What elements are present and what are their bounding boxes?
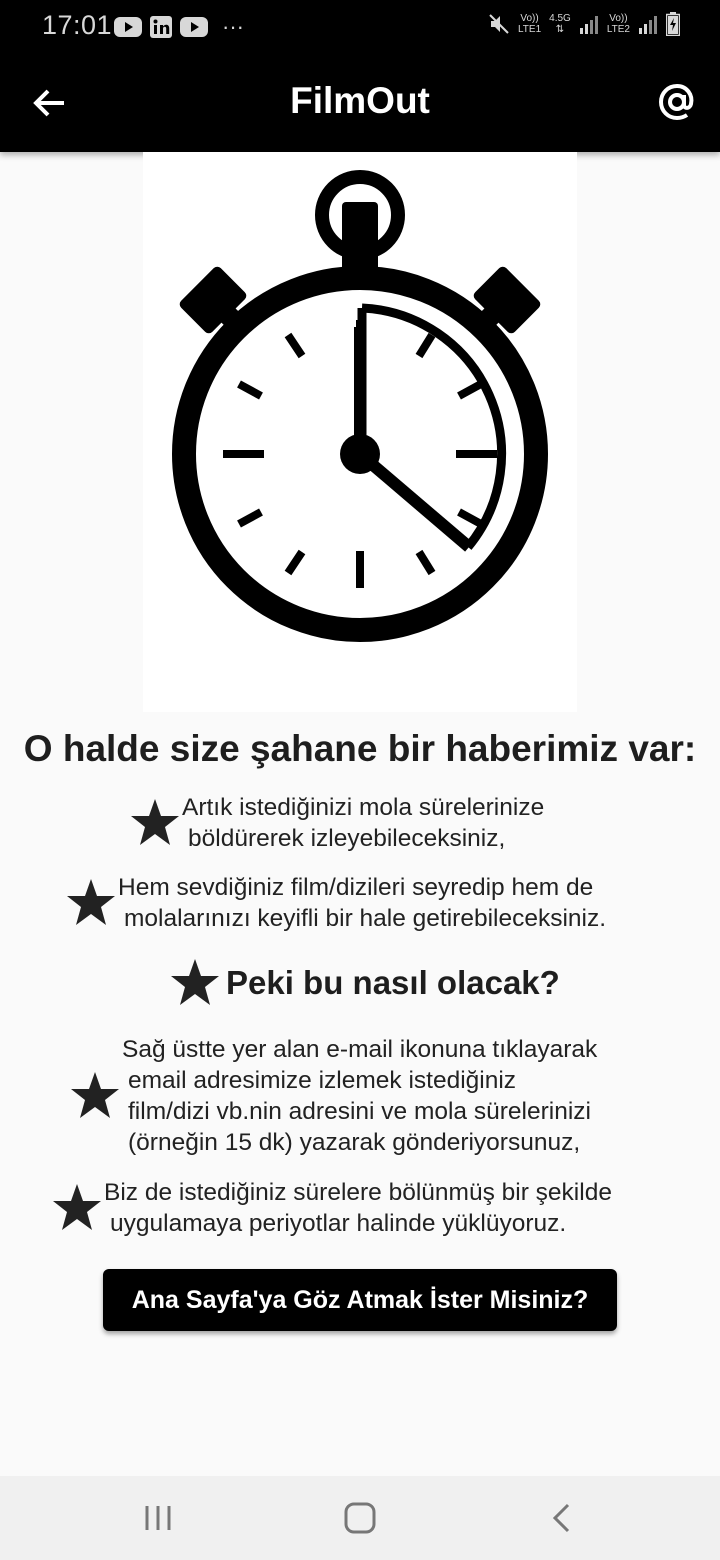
sim1-gen: 4.5G ⇅ <box>549 13 571 35</box>
system-nav-bar <box>0 1476 720 1560</box>
email-button[interactable] <box>654 79 700 125</box>
list-item: Hem sevdiğiniz film/dizileri seyredip he… <box>64 872 606 934</box>
star-icon <box>171 959 219 1005</box>
status-right: Vo)) LTE1 4.5G ⇅ Vo)) LTE2 <box>488 12 680 36</box>
home-page-button[interactable]: Ana Sayfa'ya Göz Atmak İster Misiniz? <box>103 1269 617 1331</box>
mute-icon <box>489 14 509 34</box>
list-item: Biz de istediğiniz sürelere bölünmüş bir… <box>50 1177 612 1239</box>
signal-icon <box>579 16 598 34</box>
status-bar: 17:01 ··· Vo)) LTE1 4.5G ⇅ Vo)) LTE2 <box>0 0 720 56</box>
star-icon <box>53 1184 101 1230</box>
sub-heading: Peki bu nasıl olacak? <box>168 956 560 1010</box>
youtube-icon <box>180 17 208 37</box>
hero-image <box>143 152 577 712</box>
back-icon <box>552 1503 570 1533</box>
sub-heading-text: Peki bu nasıl olacak? <box>226 964 560 1001</box>
youtube-icon <box>114 17 142 37</box>
page-title: FilmOut <box>290 80 430 121</box>
notification-icons: ··· <box>114 14 244 40</box>
headline: O halde size şahane bir haberimiz var: <box>23 728 697 769</box>
star-icon <box>131 799 179 845</box>
list-item-text: Biz de istediğiniz sürelere bölünmüş bir… <box>104 1179 612 1237</box>
back-nav-button[interactable] <box>544 1500 580 1536</box>
at-sign-icon <box>658 83 694 121</box>
more-notifications-icon: ··· <box>222 14 244 39</box>
list-item: Sağ üstte yer alan e-mail ikonuna tıklay… <box>68 1034 597 1158</box>
sim2-label: Vo)) LTE2 <box>606 13 630 35</box>
stopwatch-icon <box>172 170 548 642</box>
status-time: 17:01 <box>42 10 113 40</box>
star-icon <box>71 1072 119 1118</box>
list-item: Artık istediğinizi mola sürelerinize böl… <box>128 792 544 854</box>
recent-apps-button[interactable] <box>140 1500 176 1536</box>
recent-apps-icon <box>145 1506 171 1530</box>
battery-icon <box>666 12 680 36</box>
home-icon <box>344 1502 376 1534</box>
linkedin-icon <box>150 16 172 38</box>
app-bar: FilmOut <box>0 56 720 152</box>
home-nav-button[interactable] <box>342 1500 378 1536</box>
list-item-text: Artık istediğinizi mola sürelerinize böl… <box>182 794 545 852</box>
star-icon <box>67 879 115 925</box>
list-item-text: Sağ üstte yer alan e-mail ikonuna tıklay… <box>122 1036 598 1156</box>
sim1-label: Vo)) LTE1 <box>517 13 542 35</box>
list-item-text: Hem sevdiğiniz film/dizileri seyredip he… <box>118 874 607 932</box>
signal-icon <box>639 16 657 34</box>
